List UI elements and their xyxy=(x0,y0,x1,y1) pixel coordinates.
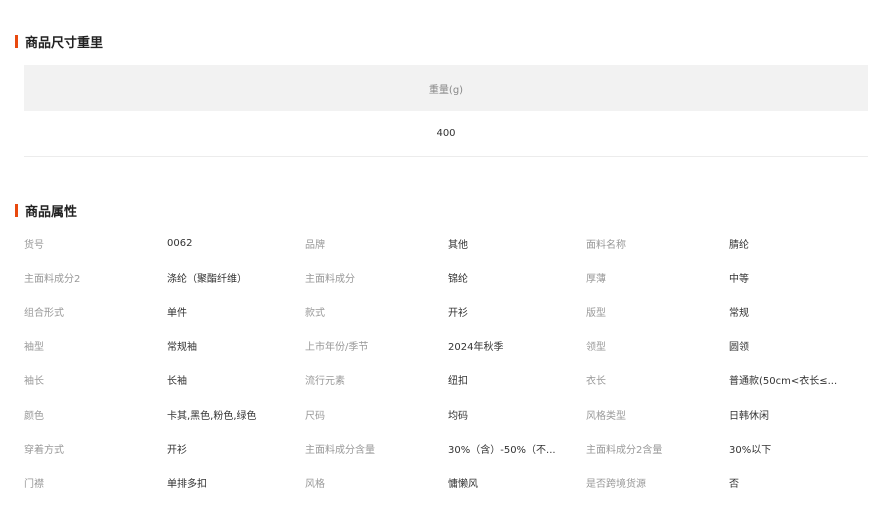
attribute-value: 慵懒风 xyxy=(448,478,478,490)
attribute-label: 组合形式 xyxy=(24,307,64,319)
attribute-value: 单件 xyxy=(167,307,187,319)
attribute-label: 流行元素 xyxy=(305,376,345,388)
attribute-value: 30%以下 xyxy=(729,444,772,456)
attribute-label: 风格 xyxy=(305,478,325,490)
attribute-label: 袖型 xyxy=(24,342,44,354)
attribute-label: 风格类型 xyxy=(586,410,626,422)
attributes-section-title-text: 商品属性 xyxy=(25,205,78,220)
attribute-value: 腈纶 xyxy=(729,239,749,251)
attribute-label: 穿着方式 xyxy=(24,444,64,456)
attribute-value: 中等 xyxy=(729,273,749,285)
attribute-value: 常规袖 xyxy=(167,342,197,354)
attribute-value: 均码 xyxy=(448,410,468,422)
attribute-value: 0062 xyxy=(167,237,193,249)
attribute-value: 开衫 xyxy=(448,307,468,319)
size-weight-table: 重量(g) 400 xyxy=(24,65,868,157)
attribute-label: 款式 xyxy=(305,307,325,319)
attribute-label: 版型 xyxy=(586,307,606,319)
attribute-label: 货号 xyxy=(24,239,44,251)
attribute-label: 门襟 xyxy=(24,478,44,490)
weight-value-cell: 400 xyxy=(24,111,868,157)
attribute-label: 主面料成分含量 xyxy=(305,444,375,456)
attribute-value: 纽扣 xyxy=(448,376,468,388)
attribute-label: 主面料成分2 xyxy=(24,273,81,285)
attribute-value: 2024年秋季 xyxy=(448,342,504,354)
attribute-row: 颜色 卡其,黑色,粉色,绿色 尺码 均码 风格类型 日韩休闲 xyxy=(24,397,868,431)
size-section-title-text: 商品尺寸重里 xyxy=(25,36,104,51)
attribute-label: 颜色 xyxy=(24,410,44,422)
attribute-value: 否 xyxy=(729,478,739,490)
attribute-label: 是否跨境货源 xyxy=(586,478,646,490)
attribute-label: 厚薄 xyxy=(586,273,606,285)
attribute-label: 衣长 xyxy=(586,376,606,388)
attribute-label: 袖长 xyxy=(24,376,44,388)
attributes-grid: 货号 0062 品牌 其他 面料名称 腈纶主面料成分2 涤纶（聚酯纤维） 主面料成分 锦纶 厚薄 中… xyxy=(24,226,868,500)
attribute-row: 袖型 常规袖 上市年份/季节 2024年秋季 领型 圆领 xyxy=(24,329,868,363)
attribute-value: 卡其,黑色,粉色,绿色 xyxy=(167,410,257,422)
title-accent-bar xyxy=(15,35,18,48)
attribute-value: 常规 xyxy=(729,307,749,319)
attribute-value: 其他 xyxy=(448,239,468,251)
weight-column-header: 重量(g) xyxy=(24,65,868,111)
attribute-value: 日韩休闲 xyxy=(729,410,769,422)
attribute-value: 圆领 xyxy=(729,342,749,354)
attribute-value: 涤纶（聚酯纤维） xyxy=(167,273,247,285)
attribute-label: 面料名称 xyxy=(586,239,626,251)
attribute-value: 开衫 xyxy=(167,444,187,456)
attribute-value: 锦纶 xyxy=(448,273,468,285)
attribute-value: 普通款(50cm<衣长≤... xyxy=(729,376,838,388)
title-accent-bar xyxy=(15,204,18,217)
attribute-label: 上市年份/季节 xyxy=(305,342,369,354)
attribute-row: 穿着方式 开衫 主面料成分含量 30%（含）-50%（不... 主面料成分2含量 30%以… xyxy=(24,431,868,465)
attribute-row: 门襟 单排多扣 风格 慵懒风 是否跨境货源 否 xyxy=(24,465,868,499)
attribute-label: 尺码 xyxy=(305,410,325,422)
attribute-value: 长袖 xyxy=(167,376,187,388)
attribute-label: 品牌 xyxy=(305,239,325,251)
attribute-label: 领型 xyxy=(586,342,606,354)
size-section-title: 商品尺寸重里 xyxy=(15,32,103,51)
attributes-section-title: 商品属性 xyxy=(15,201,77,220)
attribute-label: 主面料成分2含量 xyxy=(586,444,663,456)
attribute-row: 组合形式 单件 款式 开衫 版型 常规 xyxy=(24,294,868,328)
attribute-row: 袖长 长袖 流行元素 纽扣 衣长 普通款(50cm<衣长≤... xyxy=(24,363,868,397)
attribute-label: 主面料成分 xyxy=(305,273,355,285)
attribute-row: 货号 0062 品牌 其他 面料名称 腈纶 xyxy=(24,226,868,260)
attribute-row: 主面料成分2 涤纶（聚酯纤维） 主面料成分 锦纶 厚薄 中等 xyxy=(24,260,868,294)
attribute-value: 单排多扣 xyxy=(167,478,207,490)
attribute-value: 30%（含）-50%（不... xyxy=(448,444,556,456)
